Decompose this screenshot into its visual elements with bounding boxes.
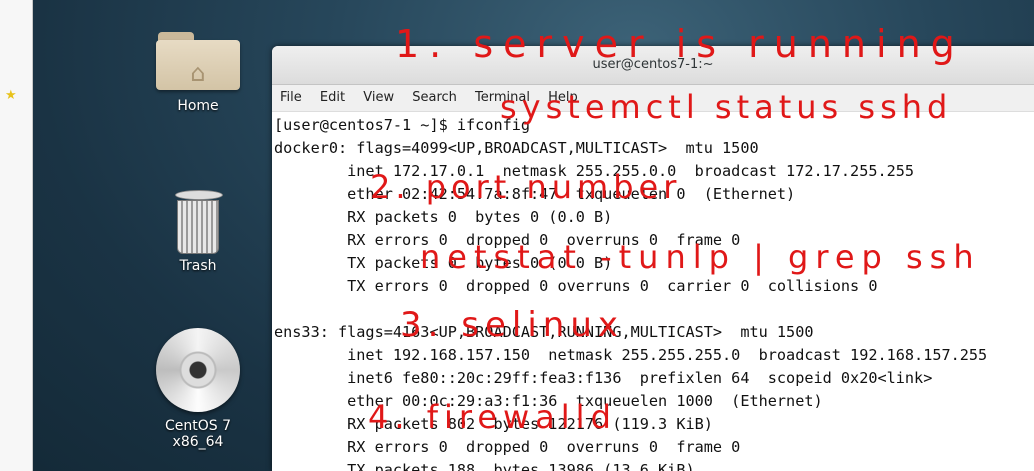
menu-edit[interactable]: Edit — [320, 90, 345, 105]
terminal-line: inet 192.168.157.150 netmask 255.255.255… — [274, 346, 988, 364]
menu-file[interactable]: File — [280, 90, 302, 105]
terminal-line: TX errors 0 dropped 0 overruns 0 carrier… — [274, 277, 878, 295]
window-title[interactable]: user@centos7-1:~ — [272, 46, 1034, 85]
terminal-line: ether 00:0c:29:a3:f1:36 txqueuelen 1000 … — [274, 392, 823, 410]
terminal-line: RX errors 0 dropped 0 overruns 0 frame 0 — [274, 438, 741, 456]
desktop-icon-dvd[interactable]: CentOS 7 x86_64 — [138, 328, 258, 450]
terminal-window[interactable]: user@centos7-1:~ File Edit View Search T… — [272, 46, 1034, 471]
desktop-icon-label: CentOS 7 x86_64 — [164, 418, 231, 450]
menu-help[interactable]: Help — [548, 90, 578, 105]
terminal-line: ens33: flags=4163<UP,BROADCAST,RUNNING,M… — [274, 323, 814, 341]
trash-icon — [175, 190, 223, 254]
terminal-line: RX packets 802 bytes 122176 (119.3 KiB) — [274, 415, 713, 433]
terminal-line: TX packets 188 bytes 13986 (13.6 KiB) — [274, 461, 695, 471]
terminal-line: RX errors 0 dropped 0 overruns 0 frame 0 — [274, 231, 741, 249]
terminal-line: inet6 fe80::20c:29ff:fea3:f136 prefixlen… — [274, 369, 933, 387]
side-panel: ★ — [0, 0, 33, 471]
folder-home-icon: ⌂ — [156, 32, 240, 92]
menu-bar: File Edit View Search Terminal Help — [272, 85, 1034, 112]
terminal-line: inet 172.17.0.1 netmask 255.255.0.0 broa… — [274, 162, 915, 180]
desktop-icon-home[interactable]: ⌂ Home — [138, 32, 258, 114]
terminal-line: ether 02:42:54:7a:8f:47 txqueuelen 0 (Et… — [274, 185, 796, 203]
terminal-output[interactable]: [user@centos7-1 ~]$ ifconfig docker0: fla… — [272, 112, 1034, 471]
menu-search[interactable]: Search — [412, 90, 457, 105]
desktop-icon-trash[interactable]: Trash — [138, 190, 258, 274]
menu-terminal[interactable]: Terminal — [475, 90, 530, 105]
terminal-line: docker0: flags=4099<UP,BROADCAST,MULTICA… — [274, 139, 759, 157]
dvd-disc-icon — [156, 328, 240, 412]
desktop-icon-label: Trash — [179, 258, 217, 274]
menu-view[interactable]: View — [363, 90, 394, 105]
desktop-icon-label: Home — [177, 98, 219, 114]
terminal-line: RX packets 0 bytes 0 (0.0 B) — [274, 208, 613, 226]
terminal-line: TX packets 0 bytes 0 (0.0 B) — [274, 254, 613, 272]
star-icon[interactable]: ★ — [5, 88, 17, 103]
terminal-line: [user@centos7-1 ~]$ ifconfig — [274, 116, 531, 134]
